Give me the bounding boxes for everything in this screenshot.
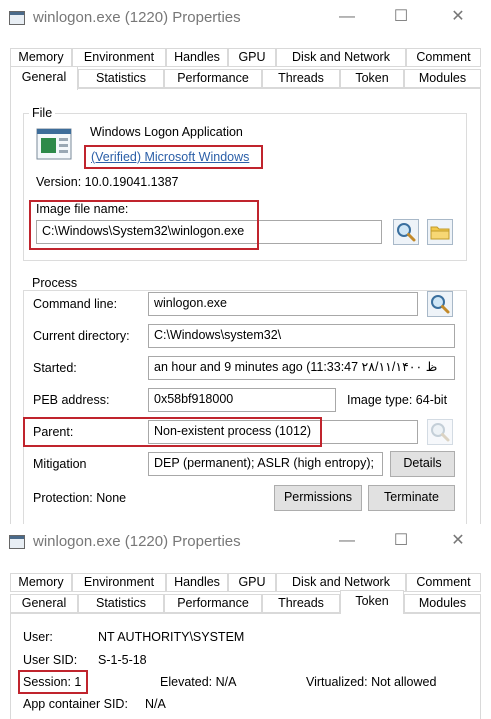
started-label: Started: xyxy=(33,361,77,375)
properties-window-general: winlogon.exe (1220) Properties — ☐ ✕ Mem… xyxy=(0,0,491,524)
command-line-field[interactable]: winlogon.exe xyxy=(148,292,418,316)
current-directory-label: Current directory: xyxy=(33,329,130,343)
parent-label: Parent: xyxy=(33,425,74,439)
tab-threads[interactable]: Threads xyxy=(262,69,340,88)
image-file-name-label: Image file name: xyxy=(36,202,129,216)
version-text: Version: 10.0.19041.1387 xyxy=(36,175,179,189)
search-parent-button-disabled xyxy=(427,419,453,445)
app-container-sid-label: App container SID: xyxy=(23,697,128,711)
app-description: Windows Logon Application xyxy=(90,125,243,139)
search-icon xyxy=(397,223,416,242)
session-text: Session: 1 xyxy=(23,675,82,689)
search-icon xyxy=(431,423,450,442)
tab-general[interactable]: General xyxy=(10,594,78,613)
folder-icon xyxy=(430,226,450,240)
tab-disk-and-network[interactable]: Disk and Network xyxy=(276,48,406,67)
search-command-line-button[interactable] xyxy=(427,291,453,317)
app-window-icon xyxy=(9,535,25,549)
tab-general[interactable]: General xyxy=(10,66,78,90)
properties-window-token: winlogon.exe (1220) Properties — ☐ ✕ Mem… xyxy=(0,524,491,719)
minimize-button[interactable]: — xyxy=(336,6,358,28)
tab-gpu[interactable]: GPU xyxy=(228,48,276,67)
user-value: NT AUTHORITY\SYSTEM xyxy=(98,630,245,644)
window-title: winlogon.exe (1220) Properties xyxy=(33,9,241,26)
tab-environment[interactable]: Environment xyxy=(72,48,166,67)
tab-memory[interactable]: Memory xyxy=(10,48,72,67)
virtualized-text: Virtualized: Not allowed xyxy=(306,675,437,689)
tab-performance[interactable]: Performance xyxy=(164,594,262,613)
user-label: User: xyxy=(23,630,53,644)
close-button[interactable]: ✕ xyxy=(447,530,469,552)
tab-comment[interactable]: Comment xyxy=(406,573,481,592)
protection-text: Protection: None xyxy=(33,491,127,505)
open-folder-button[interactable] xyxy=(427,219,453,245)
mitigation-field[interactable]: DEP (permanent); ASLR (high entropy); xyxy=(148,452,383,476)
user-sid-value: S-1-5-18 xyxy=(98,653,147,667)
tab-handles[interactable]: Handles xyxy=(166,573,228,592)
tab-statistics[interactable]: Statistics xyxy=(78,69,164,88)
tab-token[interactable]: Token xyxy=(340,590,404,614)
close-button[interactable]: ✕ xyxy=(447,6,469,28)
image-file-path-field[interactable]: C:\Windows\System32\winlogon.exe xyxy=(36,220,382,244)
tab-modules[interactable]: Modules xyxy=(404,594,481,613)
started-field[interactable]: an hour and 9 minutes ago (11:33:47 ۲۸/۱… xyxy=(148,356,455,380)
search-icon xyxy=(431,295,450,314)
file-group-label: File xyxy=(29,106,56,120)
tab-token[interactable]: Token xyxy=(340,69,404,88)
maximize-button[interactable]: ☐ xyxy=(390,530,412,552)
maximize-button[interactable]: ☐ xyxy=(390,6,412,28)
app-window-icon xyxy=(9,11,25,25)
terminate-button[interactable]: Terminate xyxy=(368,485,455,511)
window-title: winlogon.exe (1220) Properties xyxy=(33,533,241,550)
tab-environment[interactable]: Environment xyxy=(72,573,166,592)
tab-threads[interactable]: Threads xyxy=(262,594,340,613)
command-line-label: Command line: xyxy=(33,297,118,311)
tab-handles[interactable]: Handles xyxy=(166,48,228,67)
current-directory-field[interactable]: C:\Windows\system32\ xyxy=(148,324,455,348)
search-image-button[interactable] xyxy=(393,219,419,245)
elevated-text: Elevated: N/A xyxy=(160,675,237,689)
process-group-label: Process xyxy=(29,276,81,290)
details-button[interactable]: Details xyxy=(390,451,455,477)
tab-statistics[interactable]: Statistics xyxy=(78,594,164,613)
mitigation-label: Mitigation xyxy=(33,457,87,471)
permissions-button[interactable]: Permissions xyxy=(274,485,362,511)
tab-memory[interactable]: Memory xyxy=(10,573,72,592)
tab-gpu[interactable]: GPU xyxy=(228,573,276,592)
title-bar: winlogon.exe (1220) Properties — ☐ ✕ xyxy=(0,0,491,36)
minimize-button[interactable]: — xyxy=(336,530,358,552)
tab-performance[interactable]: Performance xyxy=(164,69,262,88)
verified-signer-link[interactable]: (Verified) Microsoft Windows xyxy=(91,150,249,164)
user-sid-label: User SID: xyxy=(23,653,78,667)
peb-address-label: PEB address: xyxy=(33,393,110,407)
peb-address-field[interactable]: 0x58bf918000 xyxy=(148,388,336,412)
image-type-text: Image type: 64-bit xyxy=(347,393,448,407)
parent-field[interactable]: Non-existent process (1012) xyxy=(148,420,418,444)
app-container-sid-value: N/A xyxy=(145,697,166,711)
tab-comment[interactable]: Comment xyxy=(406,48,481,67)
winlogon-file-icon xyxy=(36,128,72,160)
tab-modules[interactable]: Modules xyxy=(404,69,481,88)
title-bar: winlogon.exe (1220) Properties — ☐ ✕ xyxy=(0,524,491,560)
